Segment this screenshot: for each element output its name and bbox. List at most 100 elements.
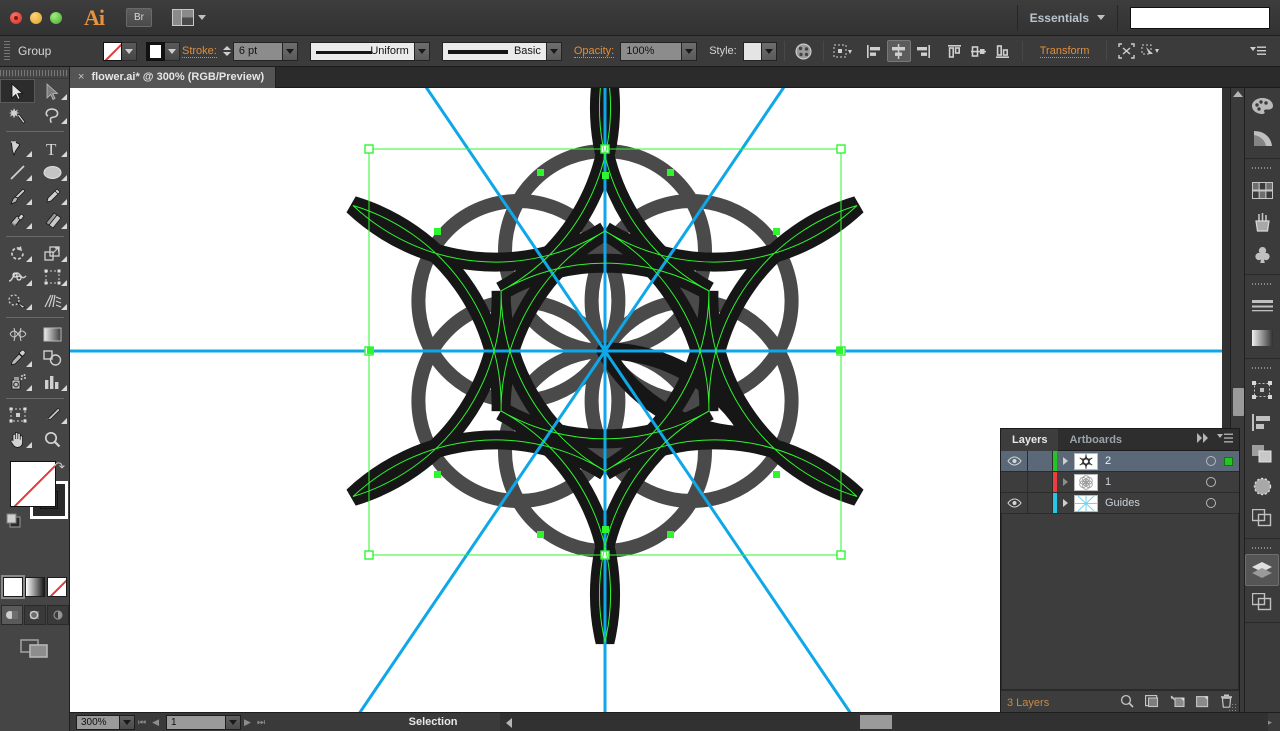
chevron-down-icon[interactable] xyxy=(682,41,698,61)
next-artboard-icon[interactable]: ▶ xyxy=(244,717,251,728)
paintbrush-tool[interactable] xyxy=(0,184,35,208)
color-guide-panel-icon[interactable] xyxy=(1245,122,1279,154)
symbols-panel-icon[interactable] xyxy=(1245,238,1279,270)
chevron-down-icon[interactable] xyxy=(120,714,135,730)
layers-panel-icon[interactable] xyxy=(1245,554,1279,586)
edit-clipping-path-button[interactable] xyxy=(1138,40,1162,62)
color-mode-flat[interactable] xyxy=(0,575,25,599)
type-tool[interactable]: T xyxy=(35,136,70,160)
none-fill-swatch[interactable] xyxy=(103,41,122,61)
layer-row-2[interactable]: 2 xyxy=(1001,451,1239,472)
zoom-tool[interactable] xyxy=(35,427,70,451)
horizontal-scroll-thumb[interactable] xyxy=(860,715,892,729)
blend-tool[interactable] xyxy=(35,346,70,370)
panel-options-icon[interactable] xyxy=(1217,433,1233,447)
launch-bridge-button[interactable]: Br xyxy=(126,8,152,27)
dock-grip[interactable] xyxy=(1245,164,1280,171)
arrange-documents-button[interactable] xyxy=(172,9,206,26)
layer-disclosure-triangle[interactable] xyxy=(1057,457,1074,465)
layer-visibility-toggle[interactable] xyxy=(1001,472,1028,492)
default-fill-stroke-icon[interactable] xyxy=(6,513,21,533)
swatches-panel-icon[interactable] xyxy=(1245,174,1279,206)
artboard-combo[interactable]: 1 xyxy=(162,714,242,730)
zoom-level-value[interactable]: 300% xyxy=(76,714,120,730)
artboard-tool[interactable] xyxy=(0,403,35,427)
stroke-weight-combo[interactable]: 6 pt xyxy=(232,41,298,61)
draw-inside-button[interactable] xyxy=(46,605,69,625)
close-icon[interactable]: × xyxy=(78,71,84,83)
tab-layers[interactable]: Layers xyxy=(1001,428,1059,451)
search-help-input[interactable] xyxy=(1130,6,1270,29)
perspective-grid-tool[interactable] xyxy=(35,289,70,313)
layer-disclosure-triangle[interactable] xyxy=(1057,478,1074,486)
minimize-window-button[interactable] xyxy=(30,11,42,24)
graphic-style-combo[interactable] xyxy=(742,41,777,61)
stroke-weight-stepper[interactable] xyxy=(222,46,231,56)
ellipse-tool[interactable] xyxy=(35,160,70,184)
dock-grip[interactable] xyxy=(1245,364,1280,371)
first-artboard-icon[interactable]: ⏮ xyxy=(138,717,146,728)
isolate-group-button[interactable] xyxy=(1114,40,1138,62)
fill-color-swatch[interactable] xyxy=(10,461,56,507)
align-bottom-button[interactable] xyxy=(991,40,1015,62)
document-tab[interactable]: × flower.ai* @ 300% (RGB/Preview) xyxy=(70,66,277,88)
hand-tool[interactable] xyxy=(0,427,35,451)
layer-visibility-toggle[interactable] xyxy=(1001,451,1028,471)
color-mode-gradient[interactable] xyxy=(24,577,45,597)
chevron-down-icon[interactable] xyxy=(761,41,777,61)
eraser-tool[interactable] xyxy=(35,208,70,232)
close-window-button[interactable] xyxy=(10,11,22,24)
transform-align-dropdown[interactable] xyxy=(831,40,855,62)
canvas-horizontal-scrollbar[interactable] xyxy=(500,712,1268,731)
artboard-number-value[interactable]: 1 xyxy=(166,714,227,730)
control-bar-grip[interactable] xyxy=(4,41,10,61)
tab-artboards[interactable]: Artboards xyxy=(1058,429,1133,451)
layer-target-indicator[interactable] xyxy=(1198,456,1224,466)
locate-object-icon[interactable] xyxy=(1120,694,1134,711)
layer-visibility-toggle[interactable] xyxy=(1001,493,1028,513)
layer-name-label[interactable]: 1 xyxy=(1105,476,1198,488)
transform-panel-icon[interactable] xyxy=(1245,374,1279,406)
shape-builder-tool[interactable] xyxy=(0,289,35,313)
direct-selection-tool[interactable] xyxy=(35,79,70,103)
workspace-switcher[interactable]: Essentials xyxy=(1016,4,1118,31)
dock-grip[interactable] xyxy=(1245,544,1280,551)
recolor-artwork-button[interactable] xyxy=(792,40,816,62)
chevron-down-icon[interactable] xyxy=(414,41,430,61)
draw-behind-button[interactable] xyxy=(23,605,46,625)
window-controls[interactable] xyxy=(0,11,62,24)
layer-lock-toggle[interactable] xyxy=(1028,451,1053,471)
scale-tool[interactable] xyxy=(35,241,70,265)
gradient-tool[interactable] xyxy=(35,322,70,346)
previous-artboard-icon[interactable]: ◀ xyxy=(152,717,159,728)
tools-panel-grip[interactable] xyxy=(0,67,69,79)
vertical-scroll-thumb[interactable] xyxy=(1233,388,1244,416)
layer-name-label[interactable]: 2 xyxy=(1105,455,1198,467)
brush-definition-combo[interactable]: Basic xyxy=(441,41,562,61)
layer-row-guides[interactable]: Guides xyxy=(1001,493,1239,514)
color-panel-icon[interactable] xyxy=(1245,90,1279,122)
graphic-style-swatch[interactable] xyxy=(742,41,762,61)
fill-color-control[interactable] xyxy=(103,41,137,61)
free-transform-tool[interactable] xyxy=(35,265,70,289)
opacity-value[interactable]: 100% xyxy=(620,41,683,61)
blob-brush-tool[interactable] xyxy=(0,208,35,232)
appearance-panel-icon[interactable] xyxy=(1245,502,1279,534)
chevron-down-icon[interactable] xyxy=(122,41,137,61)
panel-menu-button[interactable] xyxy=(1246,40,1270,62)
align-center-horizontal-button[interactable] xyxy=(886,40,911,62)
align-top-button[interactable] xyxy=(943,40,967,62)
maximize-window-button[interactable] xyxy=(50,11,62,24)
align-panel-icon[interactable] xyxy=(1245,406,1279,438)
pen-tool[interactable] xyxy=(0,136,35,160)
align-middle-vertical-button[interactable] xyxy=(967,40,991,62)
draw-normal-button[interactable] xyxy=(0,605,23,625)
line-segment-tool[interactable] xyxy=(0,160,35,184)
align-right-button[interactable] xyxy=(911,40,935,62)
align-left-button[interactable] xyxy=(863,40,887,62)
pathfinder-panel-icon[interactable] xyxy=(1245,438,1279,470)
stroke-weight-label[interactable]: Stroke: xyxy=(182,45,217,58)
make-clipping-mask-icon[interactable] xyxy=(1145,694,1159,711)
transparency-panel-icon[interactable] xyxy=(1245,470,1279,502)
symbol-sprayer-tool[interactable] xyxy=(0,370,35,394)
